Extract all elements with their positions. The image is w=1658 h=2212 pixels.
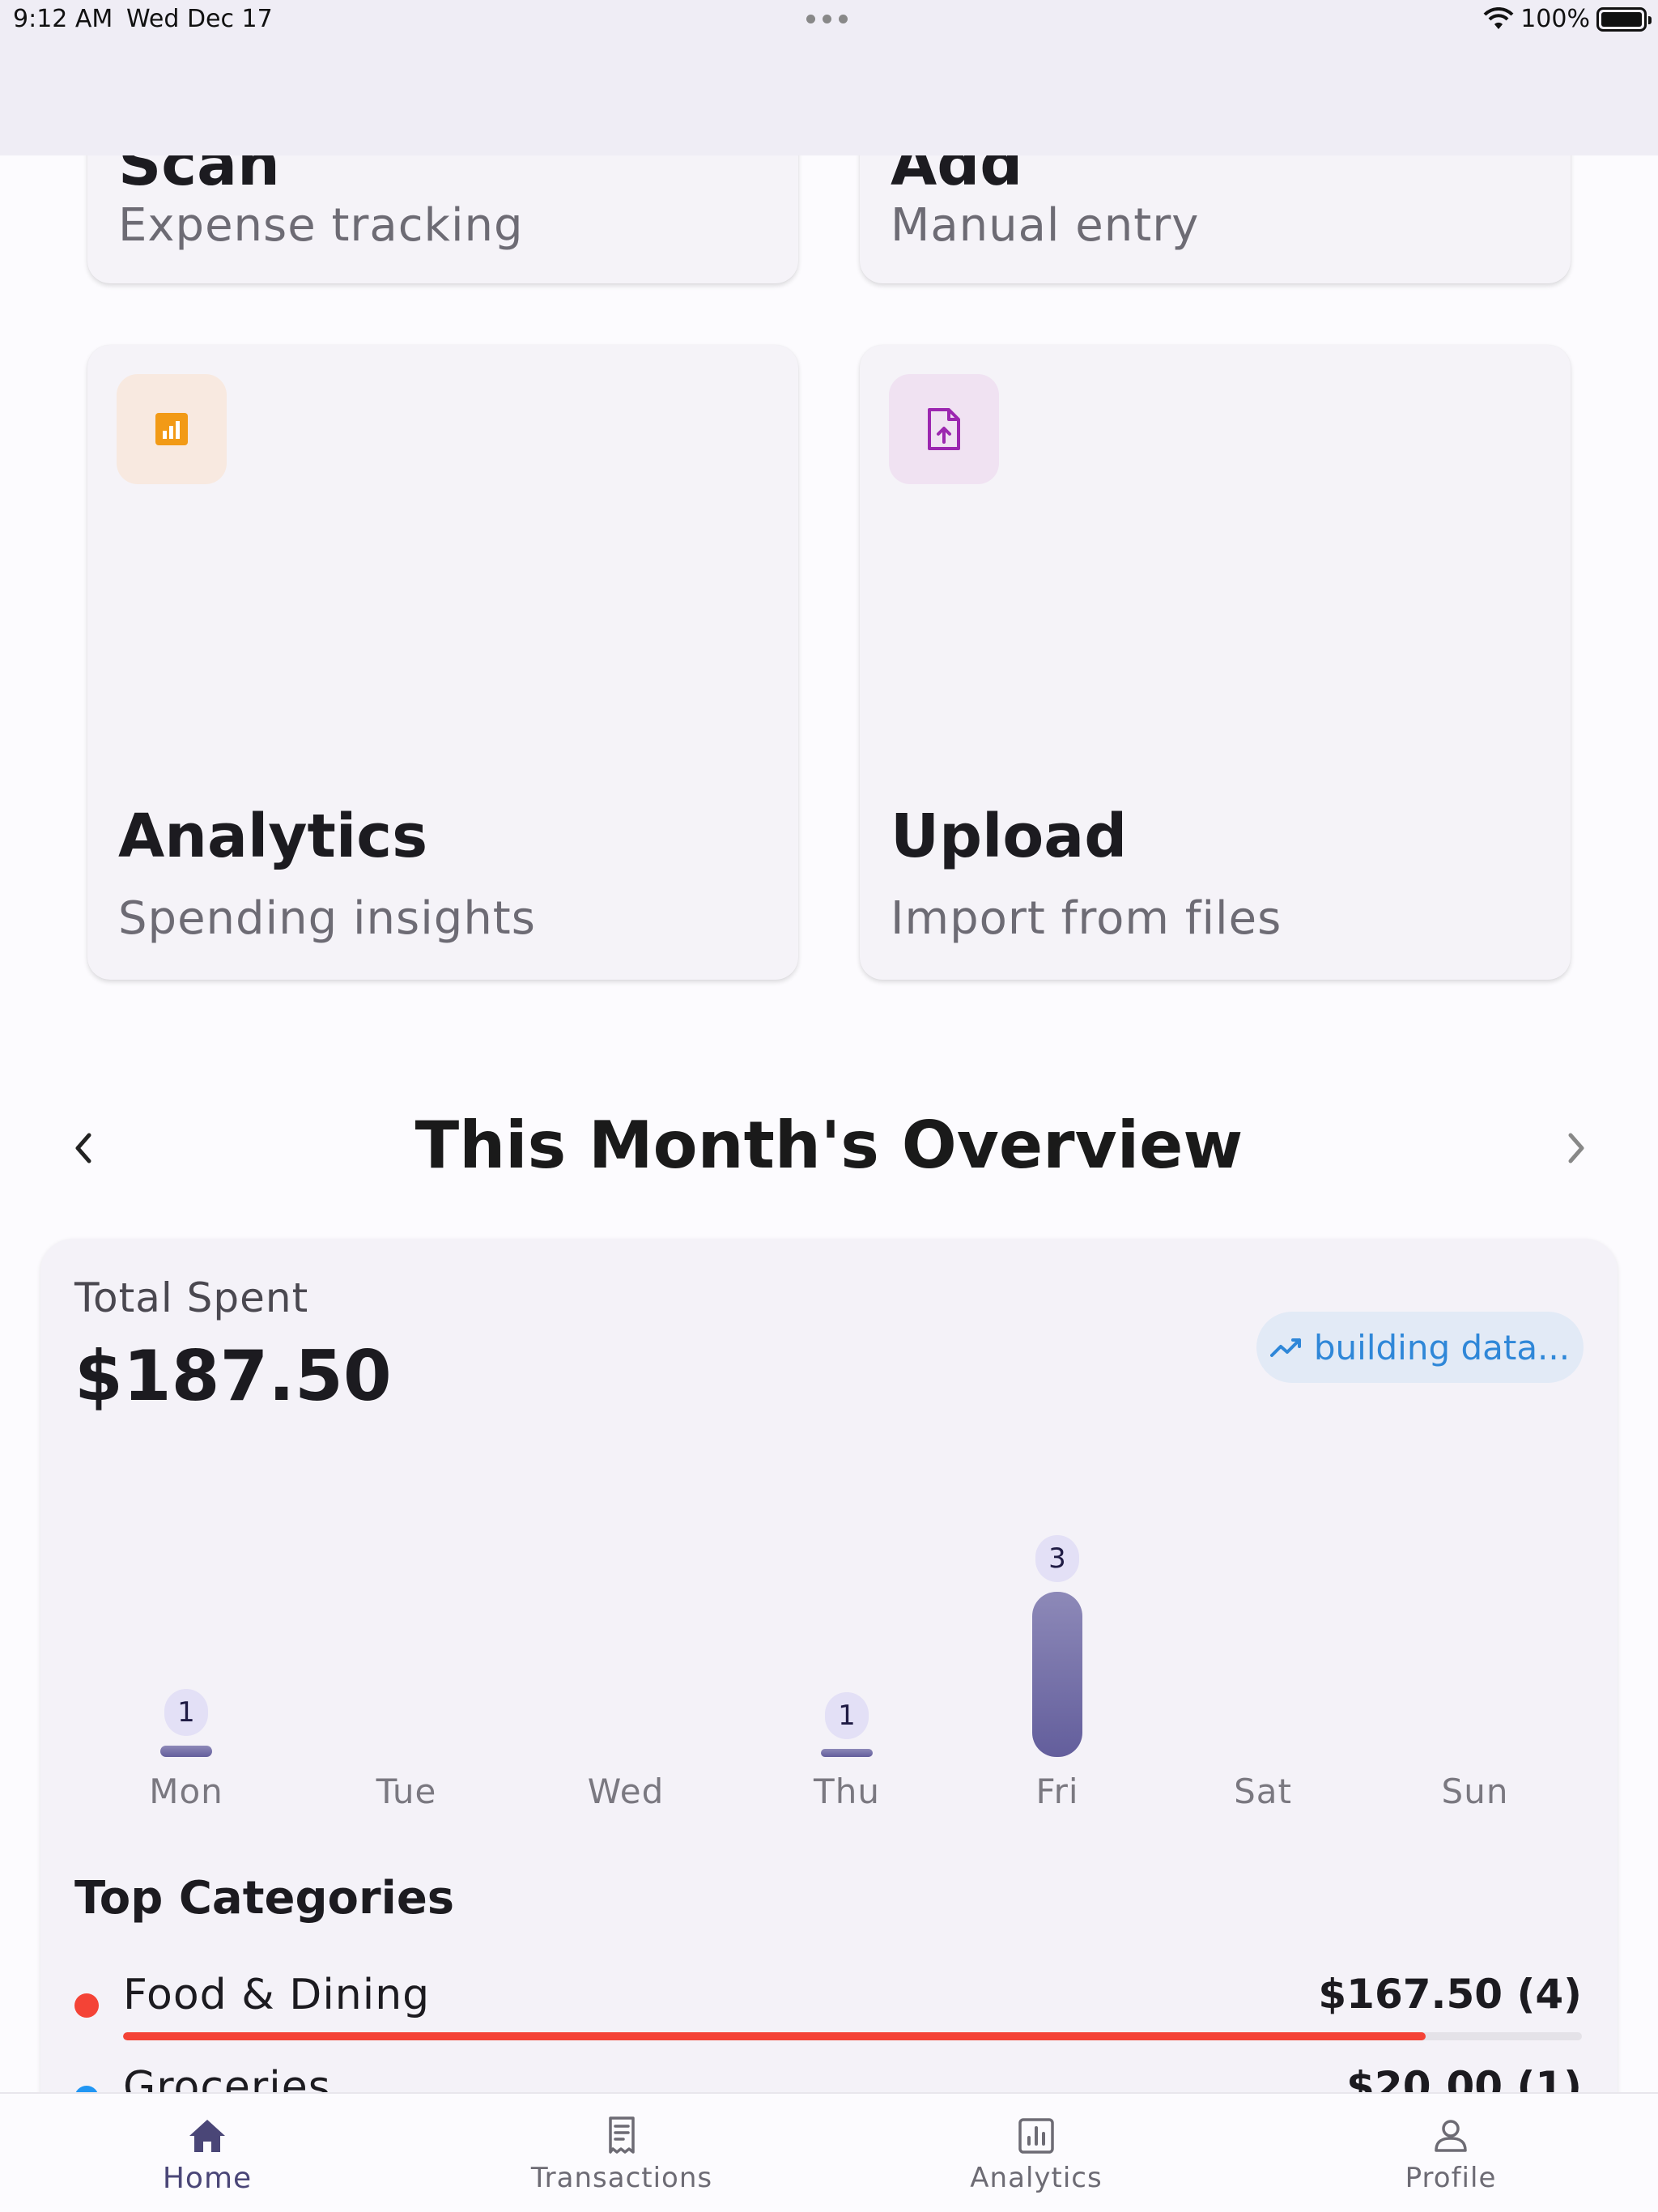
nav-label: Transactions: [530, 2162, 713, 2194]
chart-day-label: Fri: [1035, 1772, 1079, 1811]
receipt-icon: [609, 2116, 635, 2154]
top-categories-title: Top Categories: [74, 1872, 455, 1925]
nav-analytics[interactable]: Analytics: [915, 2094, 1158, 2212]
nav-home[interactable]: Home: [86, 2094, 329, 2212]
card-subtitle: Expense tracking: [118, 199, 524, 252]
status-time: 9:12 AM: [13, 5, 113, 33]
card-title: Analytics: [118, 802, 428, 871]
chart-day-label: Wed: [587, 1772, 665, 1811]
nav-transactions[interactable]: Transactions: [500, 2094, 743, 2212]
chevron-right-icon[interactable]: [1556, 1124, 1596, 1172]
upload-icon-box: [889, 374, 999, 484]
category-amount: $167.50 (4): [1318, 1971, 1582, 2018]
category-row-food[interactable]: Food & Dining $167.50 (4): [40, 1969, 1618, 2050]
chart-day-label: Sun: [1441, 1772, 1509, 1811]
category-progress: [123, 2032, 1582, 2040]
nav-label: Analytics: [970, 2162, 1103, 2194]
analytics-icon-box: [117, 374, 227, 484]
building-data-badge: building data...: [1256, 1312, 1584, 1383]
nav-label: Home: [162, 2162, 253, 2195]
overview-title: This Month's Overview: [414, 1108, 1244, 1183]
status-indicators: 100%: [1483, 5, 1652, 33]
total-spent-value: $187.50: [74, 1336, 392, 1417]
battery-percent: 100%: [1520, 5, 1590, 33]
chart-day-label: Sat: [1234, 1772, 1292, 1811]
multitasking-dots-icon[interactable]: [806, 15, 848, 23]
card-subtitle: Manual entry: [891, 199, 1200, 252]
bar-chart-icon: [155, 413, 188, 445]
wifi-icon: [1483, 6, 1514, 29]
category-color-dot: [74, 1993, 99, 2018]
chart-value-label: 1: [164, 1689, 208, 1736]
chart-bar-fri: [1032, 1592, 1082, 1757]
status-date: Wed Dec 17: [126, 5, 273, 33]
status-bar: 9:12 AM Wed Dec 17 100%: [0, 0, 1658, 155]
card-subtitle: Spending insights: [118, 892, 536, 945]
category-name: Food & Dining: [123, 1971, 431, 2019]
quick-action-analytics[interactable]: Analytics Spending insights: [87, 345, 798, 980]
bottom-navigation: Home Transactions Analytics Profile: [0, 2092, 1658, 2212]
person-icon: [1435, 2120, 1467, 2152]
overview-panel: Total Spent $187.50 building data... 1 Mo…: [40, 1239, 1618, 2210]
card-subtitle: Import from files: [891, 892, 1282, 945]
chart-day-label: Thu: [814, 1772, 880, 1811]
nav-profile[interactable]: Profile: [1329, 2094, 1572, 2212]
trending-up-icon: [1269, 1338, 1301, 1357]
card-title: Upload: [891, 802, 1128, 871]
quick-action-upload[interactable]: Upload Import from files: [860, 345, 1571, 980]
chart-day-label: Tue: [376, 1772, 437, 1811]
chart-day-label: Mon: [149, 1772, 223, 1811]
nav-label: Profile: [1405, 2162, 1497, 2194]
battery-icon: [1596, 6, 1652, 32]
badge-label: building data...: [1313, 1327, 1571, 1368]
home-icon: [189, 2120, 225, 2152]
total-spent-label: Total Spent: [74, 1274, 309, 1321]
chart-value-label: 3: [1035, 1535, 1079, 1582]
chart-bar-thu: [821, 1749, 873, 1757]
chart-bar-mon: [160, 1746, 212, 1757]
chart-value-label: 1: [825, 1692, 869, 1739]
analytics-icon: [1018, 2118, 1054, 2154]
file-upload-icon: [928, 408, 960, 450]
